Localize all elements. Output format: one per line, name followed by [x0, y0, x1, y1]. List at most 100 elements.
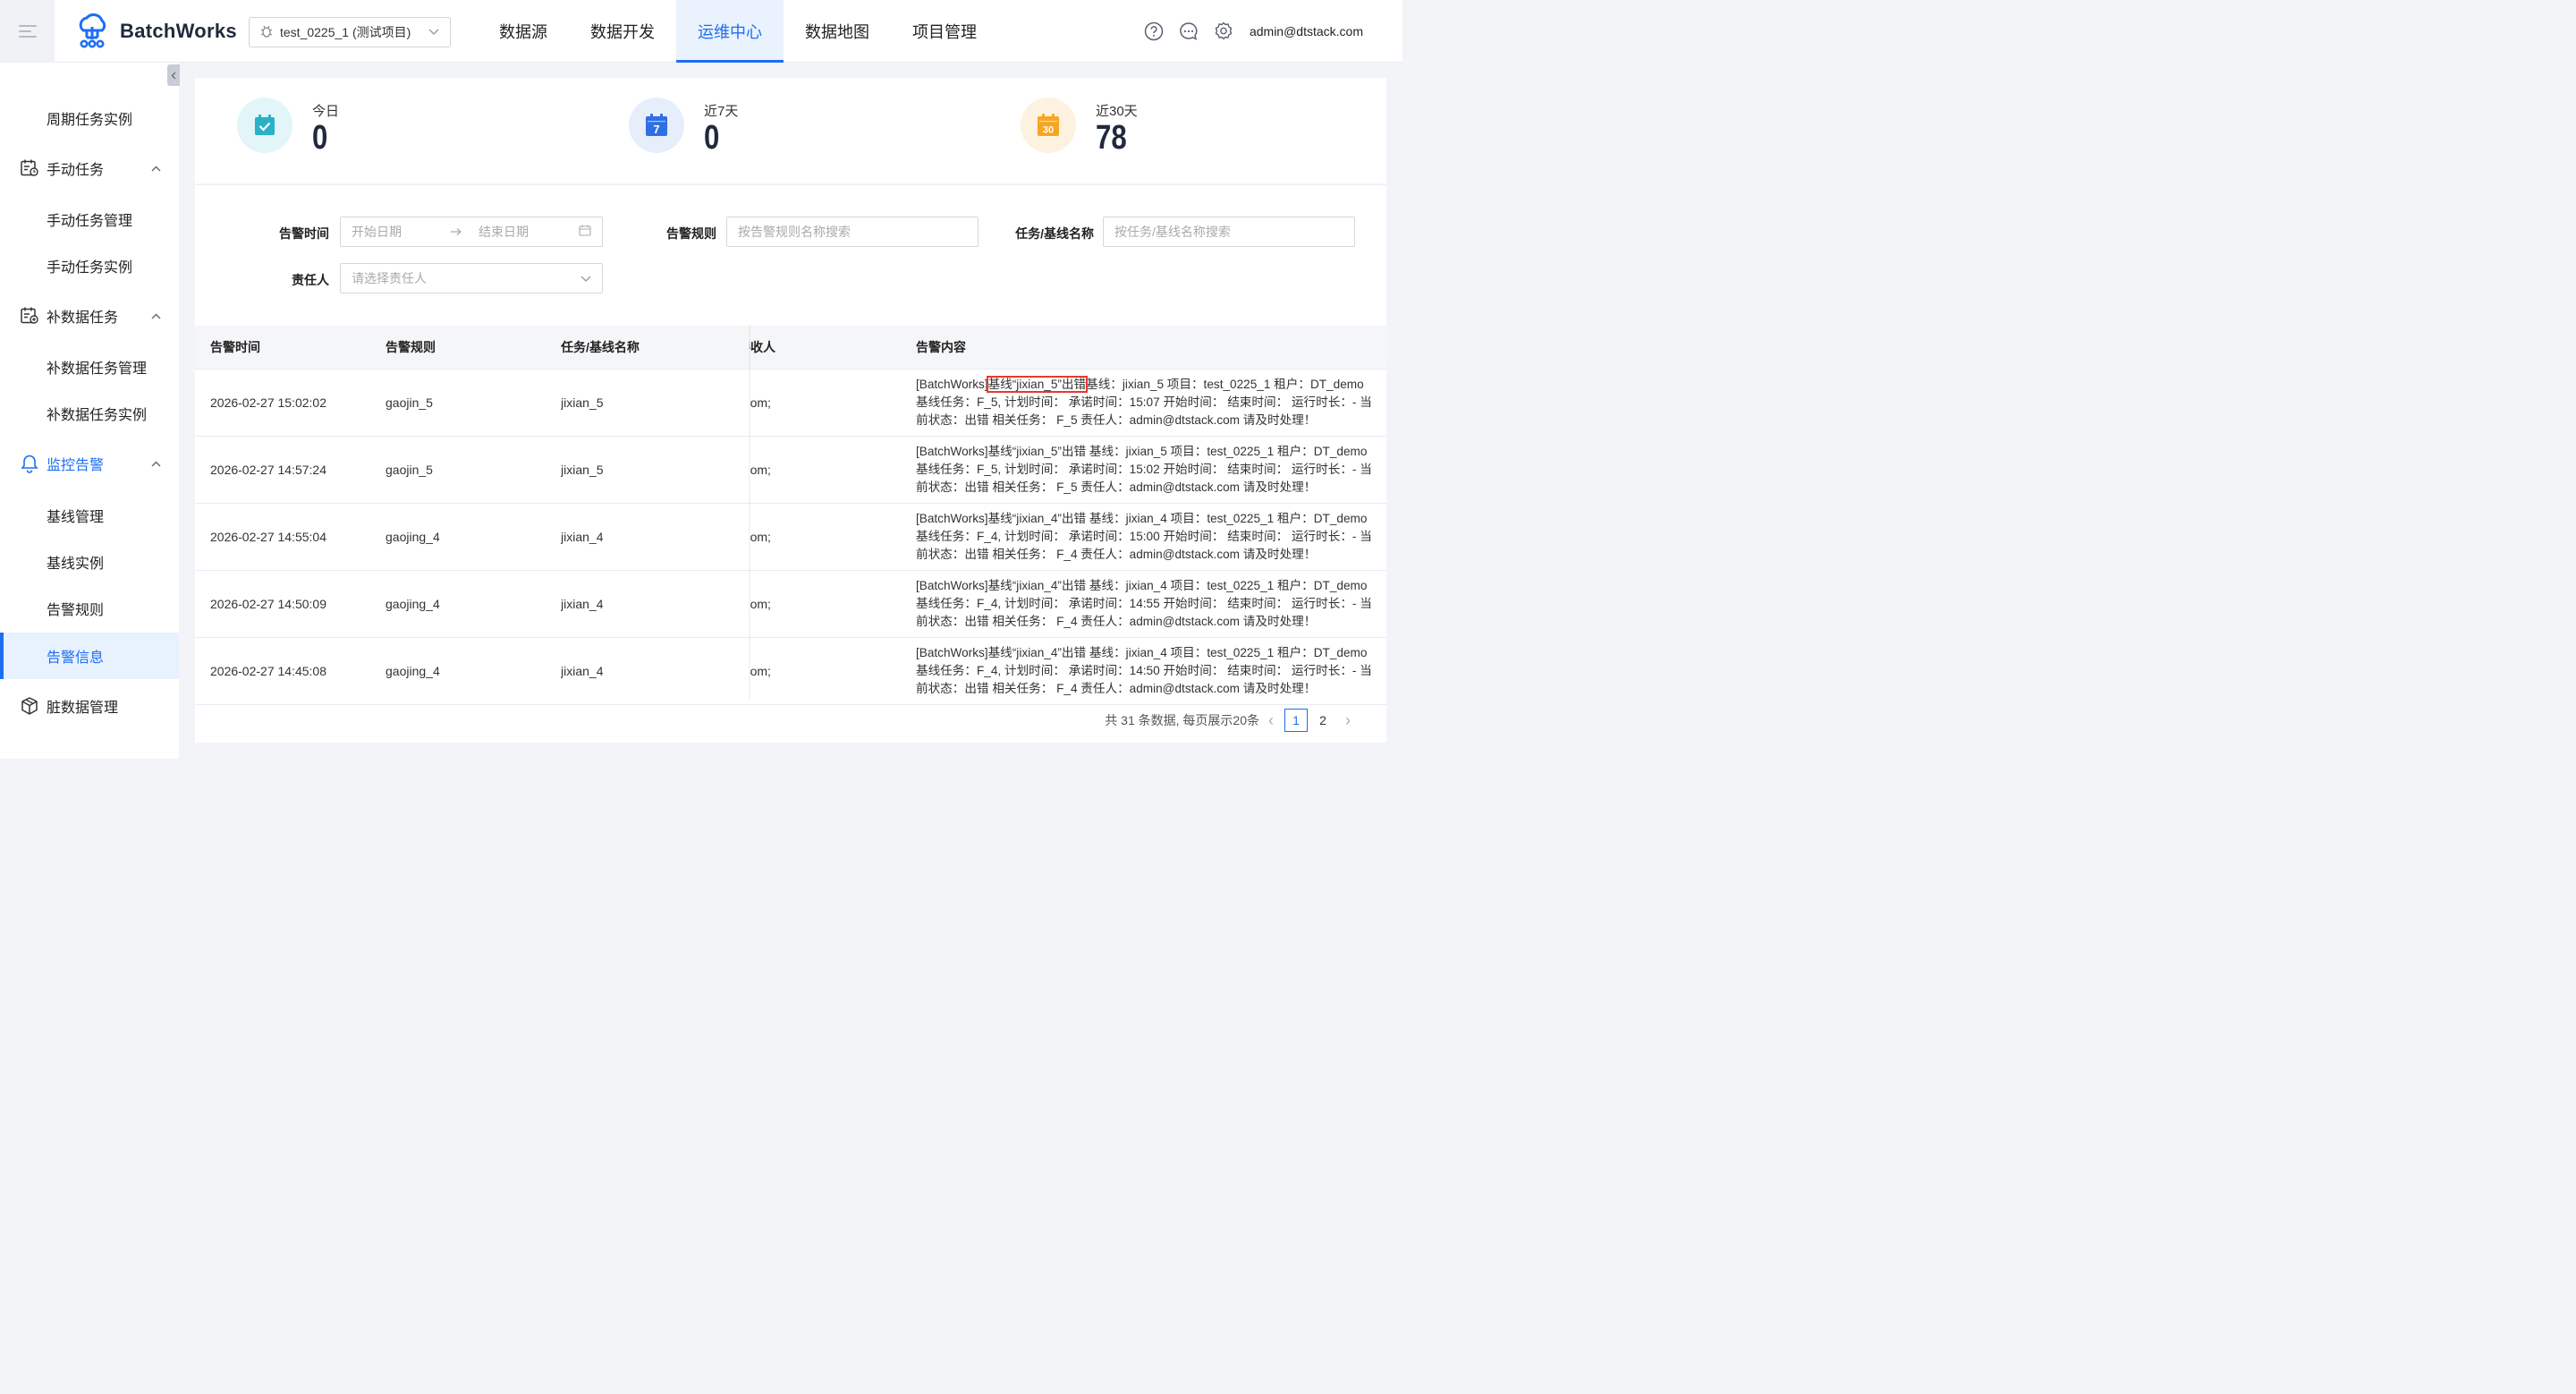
sidebar-item-cycle-task-instance[interactable]: 周期任务实例 [0, 95, 179, 141]
cell-receiver: admin@dtstack.com; [750, 530, 771, 544]
cell-task-name: jixian_4 [561, 597, 604, 611]
cell-alert-content: [BatchWorks]基线“jixian_5”出错基线：jixian_5 项目… [916, 376, 1372, 427]
sidebar-item-backfill-task-management[interactable]: 补数据任务管理 [0, 344, 179, 390]
table-row[interactable]: 2026-02-27 14:45:08 gaojing_4 jixian_4 a… [195, 638, 1386, 705]
menu-toggle-button[interactable] [0, 0, 55, 63]
column-header-alert-rule[interactable]: 告警规则 [386, 326, 436, 370]
sidebar-item-baseline-instance[interactable]: 基线实例 [0, 539, 179, 585]
chevron-up-icon [151, 457, 161, 470]
alert-time-label: 告警时间 [279, 226, 329, 241]
owner-label: 责任人 [292, 273, 329, 287]
page-2-button[interactable]: 2 [1311, 709, 1335, 732]
project-select-value: test_0225_1 (测试项目) [280, 25, 411, 39]
cell-receiver: admin@dtstack.com; [750, 664, 771, 678]
header-actions: admin@dtstack.com [1129, 0, 1363, 63]
end-date-placeholder: 结束日期 [479, 225, 529, 239]
cell-task-name: jixian_5 [561, 395, 604, 410]
cell-task-name: jixian_5 [561, 463, 604, 477]
sidebar-item-dirty-data-management[interactable]: 脏数据管理 [0, 683, 179, 729]
stat-value: 0 [704, 119, 720, 157]
cell-alert-rule: gaojin_5 [386, 395, 433, 410]
sidebar-item-label: 告警规则 [47, 603, 105, 618]
sidebar-item-alert-info[interactable]: 告警信息 [0, 633, 179, 679]
svg-text:7: 7 [653, 123, 659, 136]
top-header: BatchWorks test_0225_1 (测试项目) 数据源 数据开发 运… [0, 0, 1402, 63]
message-icon[interactable] [1179, 21, 1199, 41]
sidebar-item-label: 监控告警 [47, 458, 105, 473]
calendar-icon [579, 225, 591, 239]
nav-data-development[interactable]: 数据开发 [569, 0, 676, 63]
alert-stats-panel: 今日 0 7 近7天 0 30 近30天 78 [195, 78, 1386, 183]
page-1-button[interactable]: 1 [1284, 709, 1308, 732]
calendar-7-icon: 7 [629, 98, 684, 153]
sidebar-group-backfill-task[interactable]: 补数据任务 [0, 293, 179, 339]
sidebar-item-label: 手动任务实例 [47, 260, 133, 276]
column-header-task-baseline[interactable]: 任务/基线名称 [561, 326, 640, 370]
sidebar-item-label: 补数据任务管理 [47, 361, 148, 377]
prev-page-icon[interactable]: ‹ [1268, 711, 1274, 730]
help-icon[interactable] [1144, 21, 1164, 41]
table-row[interactable]: 2026-02-27 14:57:24 gaojin_5 jixian_5 ad… [195, 437, 1386, 504]
sidebar-collapse-button[interactable] [167, 64, 180, 86]
gear-icon[interactable] [1214, 21, 1233, 41]
sidebar-item-label: 补数据任务实例 [47, 408, 148, 423]
cell-receiver: admin@dtstack.com; [750, 463, 771, 477]
logo[interactable]: BatchWorks [75, 13, 237, 50]
stat-30-days: 30 近30天 78 [1021, 98, 1138, 156]
sidebar-item-manual-task-instance[interactable]: 手动任务实例 [0, 242, 179, 289]
sidebar-item-label: 补数据任务 [47, 310, 119, 326]
calendar-add-icon [20, 306, 39, 326]
project-select[interactable]: test_0225_1 (测试项目) [249, 17, 451, 47]
chevron-down-icon [580, 271, 591, 285]
stat-label: 近30天 [1096, 104, 1138, 119]
sidebar-group-monitoring-alert[interactable]: 监控告警 [0, 440, 179, 487]
alert-info-table: 告警时间 告警规则 任务/基线名称 接收人 告警内容 2026-02-27 15… [195, 326, 1386, 743]
highlighted-text: 基线“jixian_5”出错 [986, 376, 1089, 393]
sidebar-item-manual-task-management[interactable]: 手动任务管理 [0, 196, 179, 242]
owner-select[interactable]: 请选择责任人 [340, 263, 603, 293]
cell-alert-content: [BatchWorks]基线“jixian_4”出错 基线：jixian_4 项… [916, 512, 1372, 561]
chevron-up-icon [151, 162, 161, 174]
stat-today: 今日 0 [237, 98, 339, 156]
table-row[interactable]: 2026-02-27 14:55:04 gaojing_4 jixian_4 a… [195, 504, 1386, 571]
cell-alert-time: 2026-02-27 14:45:08 [210, 664, 326, 678]
table-row[interactable]: 2026-02-27 15:02:02 gaojin_5 jixian_5 ad… [195, 370, 1386, 437]
cell-alert-content: [BatchWorks]基线“jixian_4”出错 基线：jixian_4 项… [916, 646, 1372, 695]
alert-time-range-picker[interactable]: 开始日期 结束日期 [340, 217, 603, 247]
nav-project-management[interactable]: 项目管理 [891, 0, 998, 63]
task-baseline-search-input[interactable]: 按任务/基线名称搜索 [1103, 217, 1355, 247]
sidebar-item-alert-rules[interactable]: 告警规则 [0, 585, 179, 632]
calendar-check-icon [237, 98, 292, 153]
column-header-alert-content[interactable]: 告警内容 [916, 326, 966, 370]
stat-7-days: 7 近7天 0 [629, 98, 738, 156]
alert-filter-form: 告警时间 开始日期 结束日期 告警规则 按告警规则名称搜索 任务/基线名称 按任… [195, 184, 1386, 326]
main-nav: 数据源 数据开发 运维中心 数据地图 项目管理 [478, 0, 998, 63]
brand-name: BatchWorks [120, 20, 237, 42]
fixed-column-shadow [749, 326, 751, 700]
task-baseline-name-label: 任务/基线名称 [1015, 226, 1094, 241]
sidebar-item-baseline-management[interactable]: 基线管理 [0, 492, 179, 539]
user-account[interactable]: admin@dtstack.com [1250, 24, 1363, 38]
sidebar-group-manual-task[interactable]: 手动任务 [0, 145, 179, 191]
stat-value: 0 [312, 119, 328, 157]
bug-icon [260, 25, 273, 40]
column-header-receiver[interactable]: 接收人 [750, 326, 928, 370]
sidebar-item-label: 告警信息 [47, 650, 105, 666]
column-header-alert-time[interactable]: 告警时间 [210, 326, 260, 370]
next-page-icon[interactable]: › [1345, 711, 1351, 730]
alert-rule-label: 告警规则 [666, 226, 716, 241]
nav-data-map[interactable]: 数据地图 [784, 0, 891, 63]
svg-text:30: 30 [1043, 125, 1054, 136]
nav-operations-center[interactable]: 运维中心 [676, 0, 784, 63]
table-row[interactable]: 2026-02-27 14:50:09 gaojing_4 jixian_4 a… [195, 571, 1386, 638]
sidebar: 周期任务实例 手动任务 手动任务管理 手动任务实例 补数据任务 补数据任务管理 … [0, 63, 179, 759]
stat-label: 近7天 [704, 104, 739, 119]
alert-rule-search-input[interactable]: 按告警规则名称搜索 [726, 217, 979, 247]
pagination: 共 31 条数据, 每页展示20条 ‹ 1 2 › [1105, 709, 1360, 732]
sidebar-item-label: 基线管理 [47, 510, 105, 525]
nav-data-source[interactable]: 数据源 [478, 0, 569, 63]
chevron-down-icon [428, 26, 439, 38]
owner-select-placeholder: 请选择责任人 [352, 271, 427, 285]
sidebar-item-backfill-task-instance[interactable]: 补数据任务实例 [0, 390, 179, 437]
arrow-right-icon [450, 225, 479, 239]
